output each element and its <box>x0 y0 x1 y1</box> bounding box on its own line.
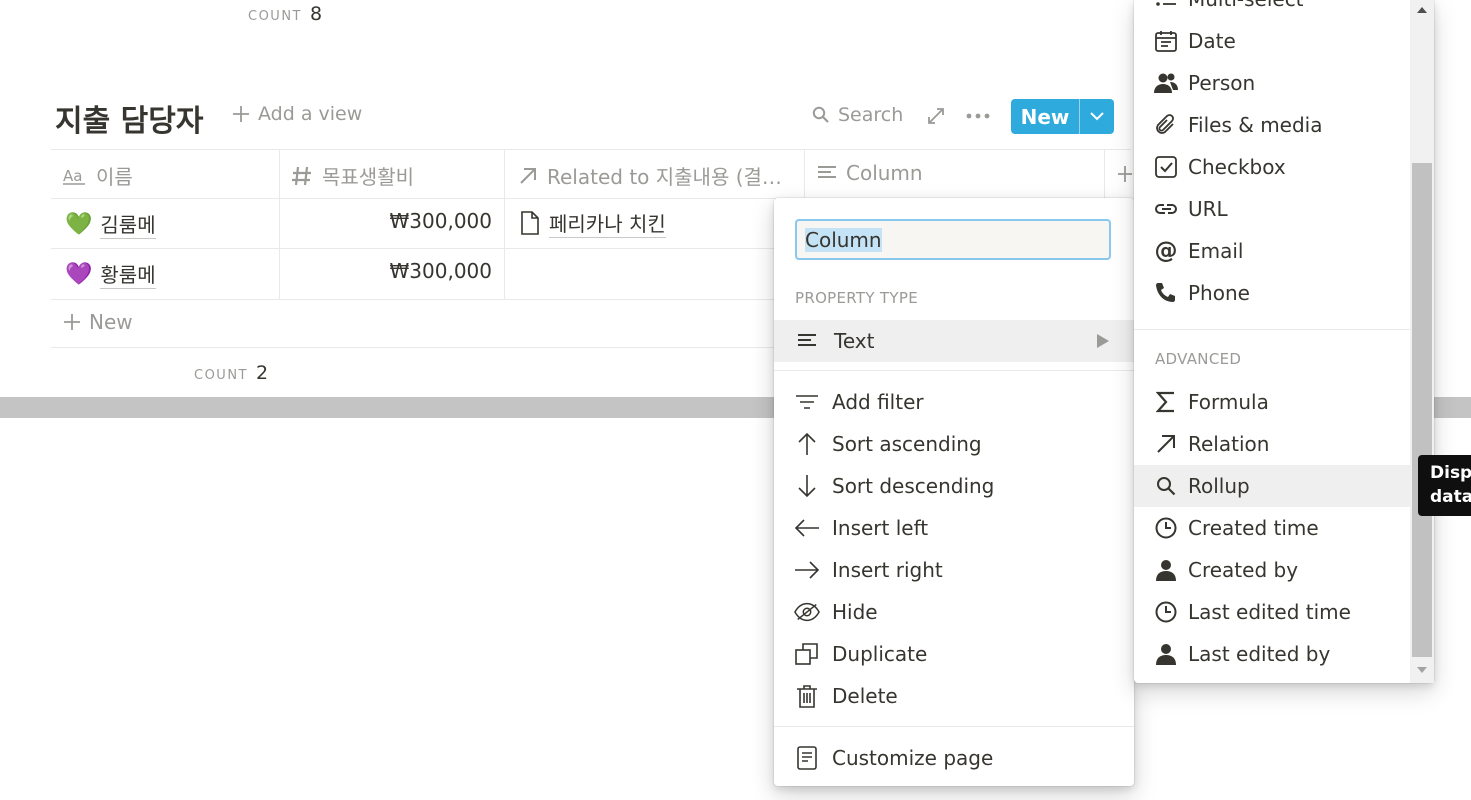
count-value: 8 <box>310 3 323 25</box>
sigma-icon <box>1154 390 1178 414</box>
new-dropdown-button[interactable] <box>1080 99 1114 134</box>
new-button-group: New <box>1011 99 1114 134</box>
property-type-label: PROPERTY TYPE <box>795 289 918 307</box>
count-label: COUNT <box>248 9 302 24</box>
clock-icon <box>1154 600 1178 624</box>
arrow-down-icon <box>794 473 820 499</box>
calendar-icon <box>1154 29 1178 53</box>
menu-item-delete[interactable]: Delete <box>774 675 1134 717</box>
user-icon <box>1154 642 1178 666</box>
people-icon <box>1154 71 1178 95</box>
column-header-name[interactable]: Aa 이름 <box>63 161 133 190</box>
checkbox-icon <box>1154 155 1178 179</box>
type-option-created-by[interactable]: Created by <box>1134 549 1410 591</box>
emoji-icon: 💚 <box>65 211 93 237</box>
type-option-multi-select[interactable]: Multi-select <box>1134 0 1410 20</box>
arrow-right-icon <box>794 557 820 583</box>
chevron-down-icon <box>1090 112 1104 121</box>
type-option-email[interactable]: @ Email <box>1134 230 1410 272</box>
arrow-left-icon <box>794 515 820 541</box>
column-header-related[interactable]: Related to 지출내용 (결… <box>518 161 798 190</box>
search-icon <box>1154 474 1178 498</box>
arrow-up-icon <box>794 431 820 457</box>
row-name[interactable]: 황룸메 <box>100 259 156 289</box>
phone-icon <box>1154 281 1178 305</box>
paperclip-icon <box>1154 113 1178 137</box>
lines-icon <box>794 328 820 354</box>
trash-icon <box>794 683 820 709</box>
row-budget[interactable]: ₩300,000 <box>280 209 492 233</box>
svg-text:Aa: Aa <box>63 167 82 185</box>
type-option-url[interactable]: URL <box>1134 188 1410 230</box>
table-row[interactable]: 💚 김룸메 <box>65 209 156 239</box>
more-options-icon[interactable] <box>966 113 990 119</box>
table-count[interactable]: COUNT 2 <box>194 362 268 384</box>
type-option-created-time[interactable]: Created time <box>1134 507 1410 549</box>
menu-item-insert-right[interactable]: Insert right <box>774 549 1134 591</box>
type-option-last-edited-by[interactable]: Last edited by <box>1134 633 1410 675</box>
add-row-button[interactable]: New <box>63 310 133 334</box>
clock-icon <box>1154 516 1178 540</box>
search-icon <box>812 106 830 124</box>
page-icon <box>519 211 541 235</box>
emoji-icon: 💜 <box>65 261 93 287</box>
table-row[interactable]: 💜 황룸메 <box>65 259 156 289</box>
row-related[interactable]: 페리카나 치킨 <box>519 208 666 238</box>
user-icon <box>1154 558 1178 582</box>
search-label: Search <box>838 104 904 126</box>
scrollbar-thumb[interactable] <box>1412 163 1432 657</box>
menu-item-hide[interactable]: Hide <box>774 591 1134 633</box>
menu-item-customize-page[interactable]: Customize page <box>774 737 1134 779</box>
lines-icon <box>817 164 837 182</box>
type-option-date[interactable]: Date <box>1134 20 1410 62</box>
row-name[interactable]: 김룸메 <box>100 209 156 239</box>
row-budget[interactable]: ₩300,000 <box>280 259 492 283</box>
type-option-last-edited-time[interactable]: Last edited time <box>1134 591 1410 633</box>
add-view-label: Add a view <box>258 103 363 125</box>
tooltip: Displ data <box>1418 455 1471 516</box>
plus-icon <box>232 105 250 123</box>
triangle-right-icon <box>1096 333 1110 349</box>
property-type-select[interactable]: Text <box>774 320 1134 362</box>
menu-item-insert-left[interactable]: Insert left <box>774 507 1134 549</box>
filter-icon <box>794 389 820 415</box>
menu-item-sort-descending[interactable]: Sort descending <box>774 465 1134 507</box>
type-option-formula[interactable]: Formula <box>1134 381 1410 423</box>
database-title[interactable]: 지출 담당자 <box>55 96 203 140</box>
type-option-rollup[interactable]: Rollup <box>1134 465 1410 507</box>
type-option-person[interactable]: Person <box>1134 62 1410 104</box>
advanced-label: ADVANCED <box>1155 350 1242 368</box>
menu-item-sort-ascending[interactable]: Sort ascending <box>774 423 1134 465</box>
eye-off-icon <box>794 599 820 625</box>
menu-item-duplicate[interactable]: Duplicate <box>774 633 1134 675</box>
type-option-relation[interactable]: Relation <box>1134 423 1410 465</box>
link-icon <box>1154 197 1178 221</box>
list-icon <box>1154 0 1178 11</box>
property-name-input[interactable]: Column <box>795 219 1111 260</box>
type-option-checkbox[interactable]: Checkbox <box>1134 146 1410 188</box>
text-aa-icon: Aa <box>63 166 87 186</box>
column-header-budget[interactable]: 목표생활비 <box>291 161 414 190</box>
scroll-down-arrow-icon[interactable] <box>1415 666 1429 675</box>
type-option-files[interactable]: Files & media <box>1134 104 1410 146</box>
top-count: COUNT 8 <box>248 3 322 25</box>
expand-icon[interactable] <box>927 107 945 125</box>
arrow-up-right-icon <box>1154 432 1178 456</box>
type-option-phone[interactable]: Phone <box>1134 272 1410 314</box>
duplicate-icon <box>794 641 820 667</box>
add-view-button[interactable]: Add a view <box>232 103 362 125</box>
new-button[interactable]: New <box>1011 99 1079 134</box>
page-lines-icon <box>794 745 820 771</box>
related-page-link[interactable]: 페리카나 치킨 <box>549 208 666 238</box>
scroll-up-arrow-icon[interactable] <box>1415 5 1429 14</box>
add-column-plus-icon[interactable] <box>1118 164 1132 184</box>
column-header-column[interactable]: Column <box>817 161 923 185</box>
arrow-up-right-icon <box>518 166 538 186</box>
hash-icon <box>291 165 313 187</box>
at-icon: @ <box>1154 238 1178 264</box>
menu-item-add-filter[interactable]: Add filter <box>774 381 1134 423</box>
search-button[interactable]: Search <box>812 104 903 126</box>
plus-icon <box>63 313 81 331</box>
